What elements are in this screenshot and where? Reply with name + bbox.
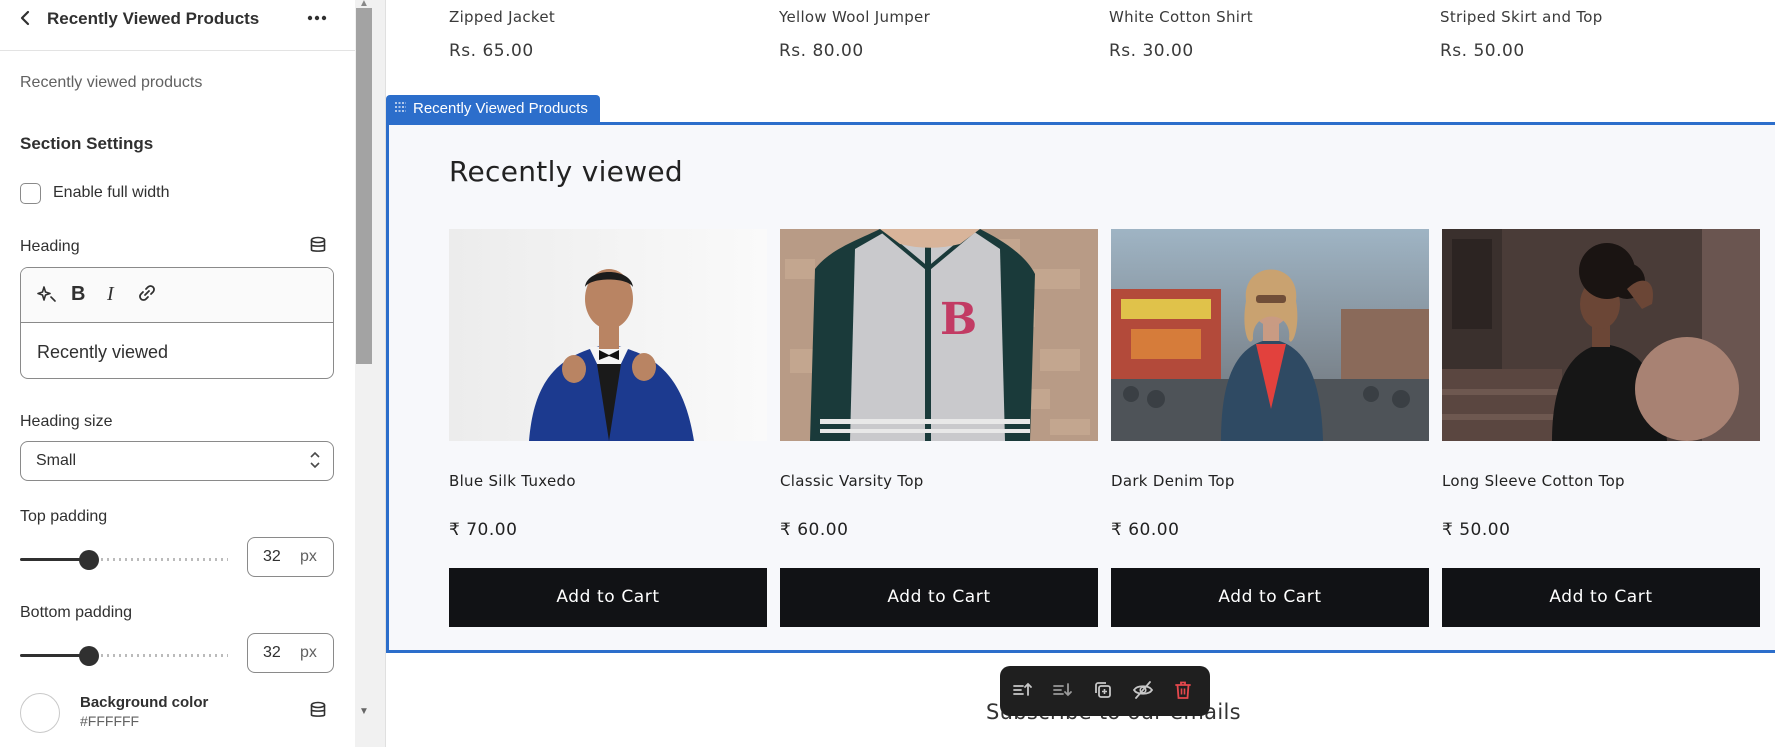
scrollbar-thumb[interactable] xyxy=(356,8,372,364)
delete-icon[interactable] xyxy=(1171,679,1195,703)
background-color-swatch[interactable] xyxy=(20,693,60,733)
back-arrow-icon[interactable] xyxy=(18,9,36,29)
top-padding-label: Top padding xyxy=(20,508,108,525)
more-options-icon[interactable] xyxy=(306,6,328,33)
heading-size-select[interactable]: Small xyxy=(20,441,334,481)
recently-viewed-section[interactable]: Recently viewed Blue Silk Tuxedo ₹ 70.00… xyxy=(386,122,1775,653)
move-up-icon[interactable] xyxy=(1010,679,1034,703)
add-to-cart-button[interactable]: Add to Cart xyxy=(449,568,767,627)
product-name[interactable]: Striped Skirt and Top xyxy=(1440,8,1603,26)
dynamic-source-icon[interactable] xyxy=(309,236,327,254)
unit-label: px xyxy=(300,644,317,661)
panel-header: Recently Viewed Products xyxy=(0,0,355,51)
section-tag[interactable]: Recently Viewed Products xyxy=(386,95,600,122)
product-name[interactable]: Zipped Jacket xyxy=(449,8,555,26)
panel-scrollbar[interactable]: ▲ ▼ xyxy=(355,0,374,747)
product-name[interactable]: White Cotton Shirt xyxy=(1109,8,1253,26)
heading-label: Heading xyxy=(20,238,80,255)
background-color-value: #FFFFFF xyxy=(80,713,140,729)
heading-input[interactable]: Recently viewed xyxy=(37,342,168,363)
product-name[interactable]: Yellow Wool Jumper xyxy=(779,8,930,26)
slider-track xyxy=(89,558,228,561)
product-image-varsity[interactable]: B xyxy=(780,229,1098,441)
full-width-checkbox[interactable] xyxy=(20,183,41,204)
product-image-cotton-top[interactable] xyxy=(1442,229,1760,441)
product-price: Rs. 80.00 xyxy=(779,41,864,61)
bottom-padding-value[interactable]: 32 xyxy=(263,644,281,662)
sparkle-icon[interactable] xyxy=(37,282,57,310)
add-to-cart-button[interactable]: Add to Cart xyxy=(780,568,1098,627)
product-price: Rs. 65.00 xyxy=(449,41,534,61)
product-price: Rs. 30.00 xyxy=(1109,41,1194,61)
bold-icon[interactable]: B xyxy=(71,282,85,306)
unit-label: px xyxy=(300,548,317,565)
slider-track xyxy=(89,654,228,657)
product-price: ₹ 60.00 xyxy=(1111,520,1180,540)
settings-panel: Recently Viewed Products Recently viewed… xyxy=(0,0,355,747)
duplicate-icon[interactable] xyxy=(1091,679,1115,703)
hide-icon[interactable] xyxy=(1131,679,1155,703)
section-heading: Recently viewed xyxy=(449,155,683,188)
link-icon[interactable] xyxy=(136,282,158,310)
top-padding-value[interactable]: 32 xyxy=(263,548,281,566)
add-to-cart-button[interactable]: Add to Cart xyxy=(1442,568,1760,627)
product-price: ₹ 70.00 xyxy=(449,520,518,540)
dynamic-source-icon[interactable] xyxy=(309,701,327,719)
heading-richtext-editor[interactable]: B I Recently viewed xyxy=(20,267,334,379)
product-price: ₹ 60.00 xyxy=(780,520,849,540)
heading-size-value: Small xyxy=(36,452,77,469)
background-color-label: Background color xyxy=(80,694,209,711)
select-caret-icon xyxy=(309,450,321,473)
top-padding-slider[interactable] xyxy=(20,549,228,570)
bottom-padding-slider[interactable] xyxy=(20,645,228,666)
heading-size-label: Heading size xyxy=(20,413,113,430)
section-tag-label: Recently Viewed Products xyxy=(413,100,588,117)
section-floating-toolbar xyxy=(1000,666,1210,716)
section-settings-heading: Section Settings xyxy=(20,134,154,153)
product-name[interactable]: Dark Denim Top xyxy=(1111,472,1235,490)
italic-icon[interactable]: I xyxy=(107,282,114,306)
section-subtitle: Recently viewed products xyxy=(20,74,203,91)
section-grid-icon xyxy=(394,96,408,123)
move-down-icon[interactable] xyxy=(1050,679,1074,703)
panel-divider xyxy=(374,0,386,747)
scroll-down-icon[interactable]: ▼ xyxy=(359,706,369,717)
product-name[interactable]: Long Sleeve Cotton Top xyxy=(1442,472,1625,490)
slider-handle[interactable] xyxy=(79,550,99,570)
product-image-denim[interactable] xyxy=(1111,229,1429,441)
bottom-padding-label: Bottom padding xyxy=(20,604,133,621)
product-name[interactable]: Blue Silk Tuxedo xyxy=(449,472,576,490)
product-price: ₹ 50.00 xyxy=(1442,520,1511,540)
bottom-padding-input[interactable]: 32 px xyxy=(247,633,334,673)
product-name[interactable]: Classic Varsity Top xyxy=(780,472,924,490)
add-to-cart-button[interactable]: Add to Cart xyxy=(1111,568,1429,627)
preview-canvas: Zipped Jacket Rs. 65.00 Yellow Wool Jump… xyxy=(386,0,1775,747)
product-price: Rs. 50.00 xyxy=(1440,41,1525,61)
panel-title: Recently Viewed Products xyxy=(47,9,260,28)
top-padding-input[interactable]: 32 px xyxy=(247,537,334,577)
slider-handle[interactable] xyxy=(79,646,99,666)
svg-text:B: B xyxy=(940,294,977,345)
full-width-label[interactable]: Enable full width xyxy=(53,184,170,202)
product-image-tuxedo[interactable] xyxy=(449,229,767,441)
richtext-toolbar: B I xyxy=(21,268,333,323)
